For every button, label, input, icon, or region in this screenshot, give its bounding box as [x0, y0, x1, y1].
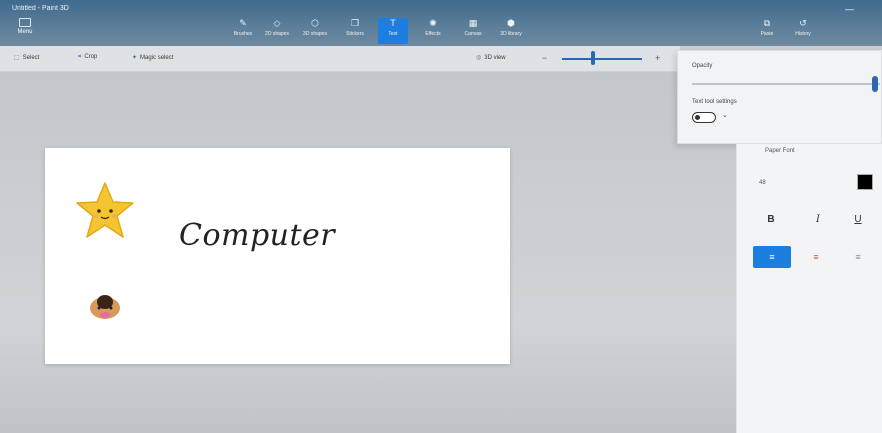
history-button[interactable]: ↺ History — [788, 18, 818, 44]
opacity-slider-thumb[interactable] — [872, 76, 878, 92]
tool-3d-library[interactable]: ⬢ 3D library — [496, 18, 526, 44]
align-left-button[interactable]: ≡ — [753, 246, 791, 268]
magic-select-icon: ✦ — [132, 55, 138, 61]
settings-flyout: Opacity Text tool settings ⌄ — [677, 50, 882, 144]
opacity-slider[interactable] — [692, 83, 880, 85]
tool-label: History — [795, 31, 811, 37]
align-right-button[interactable]: ≡ — [839, 246, 877, 268]
crop-button[interactable]: ⌗ Crop — [78, 54, 97, 61]
app-title: Untitled - Paint 3D — [12, 5, 69, 12]
tool-label: Effects — [425, 31, 441, 37]
select-icon: ⬚ — [14, 55, 20, 61]
animal-sticker[interactable] — [85, 288, 125, 322]
bold-button[interactable]: B — [760, 214, 782, 232]
magic-select-button[interactable]: ✦ Magic select — [132, 54, 173, 61]
star-sticker[interactable] — [75, 181, 135, 241]
tool-label: 3D library — [500, 31, 522, 37]
zoom-slider-thumb[interactable] — [591, 51, 595, 65]
shapes-2d-icon: ◇ — [273, 18, 281, 28]
view-3d-button[interactable]: ◎ 3D view — [476, 54, 506, 61]
crop-icon: ⌗ — [78, 54, 82, 60]
tool-2d-shapes[interactable]: ◇ 2D shapes — [262, 18, 292, 44]
minimize-button[interactable]: — — [845, 4, 854, 14]
tool-label: Text — [388, 31, 398, 37]
brush-icon: ✎ — [239, 18, 247, 28]
text-icon: T — [390, 18, 396, 28]
tool-label: Paste — [760, 31, 774, 37]
toggle-knob — [695, 115, 700, 120]
tool-label: Stickers — [346, 31, 364, 37]
canvas-icon: ▦ — [468, 18, 478, 28]
effects-icon: ✺ — [429, 18, 437, 28]
view-3d-icon: ◎ — [476, 55, 482, 61]
select-button[interactable]: ⬚ Select — [14, 54, 39, 61]
canvas-text[interactable]: Computer — [179, 218, 335, 253]
chevron-down-icon[interactable]: ⌄ — [722, 111, 728, 119]
underline-button[interactable]: U — [847, 214, 869, 232]
tool-3d-shapes[interactable]: ⬡ 3D shapes — [300, 18, 330, 44]
workspace: Computer — [0, 72, 736, 433]
tool-effects[interactable]: ✺ Effects — [418, 18, 448, 44]
options-bar: ⬚ Select ⌗ Crop ✦ Magic select ◎ 3D view − + — [0, 46, 680, 72]
flyout-label: Text tool settings — [692, 99, 737, 105]
paste-icon: ⧉ — [763, 18, 771, 28]
font-size-field[interactable]: 48 — [759, 180, 766, 186]
tool-label: Brushes — [233, 31, 253, 37]
tool-label: 3D shapes — [303, 31, 327, 37]
shapes-3d-icon: ⬡ — [311, 18, 319, 28]
menu-label: Menu — [17, 29, 33, 35]
tool-label: 2D shapes — [265, 31, 289, 37]
tool-stickers[interactable]: ❒ Stickers — [340, 18, 370, 44]
font-dropdown[interactable]: Paper Font — [765, 148, 795, 154]
align-center-button[interactable]: ≡ — [797, 246, 835, 268]
text-color-swatch[interactable] — [857, 174, 873, 190]
menu-button[interactable]: Menu — [12, 18, 38, 35]
zoom-slider[interactable] — [562, 58, 642, 60]
toggle-switch[interactable] — [692, 112, 716, 123]
history-icon: ↺ — [799, 18, 807, 28]
tool-label: Canvas — [464, 31, 482, 37]
text-panel: Paper Font 48 B I U ≡ ≡ ≡ — [736, 144, 882, 433]
top-ribbon: Untitled - Paint 3D Menu ✎ Brushes ◇ 2D … — [0, 0, 882, 46]
zoom-out-button[interactable]: − — [542, 53, 547, 63]
tool-brushes[interactable]: ✎ Brushes — [228, 18, 258, 44]
tool-canvas[interactable]: ▦ Canvas — [458, 18, 488, 44]
italic-button[interactable]: I — [807, 214, 829, 232]
library-icon: ⬢ — [507, 18, 515, 28]
folder-icon — [19, 18, 31, 27]
drawing-canvas[interactable]: Computer — [45, 148, 510, 364]
flyout-label: Opacity — [692, 63, 713, 69]
tool-text[interactable]: T Text — [378, 18, 408, 44]
sticker-icon: ❒ — [350, 18, 360, 28]
zoom-in-button[interactable]: + — [655, 53, 660, 63]
paste-button[interactable]: ⧉ Paste — [752, 18, 782, 44]
